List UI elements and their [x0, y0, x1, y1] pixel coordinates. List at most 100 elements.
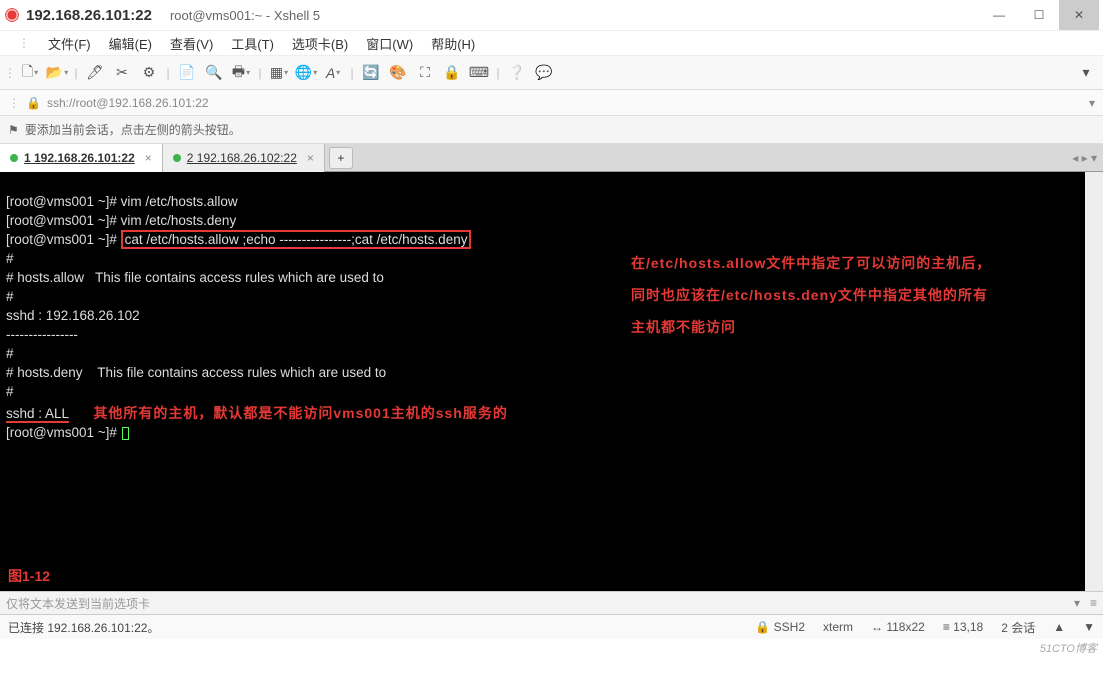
- tb-sep2: |: [163, 66, 173, 80]
- flag-icon: ⚑: [8, 123, 19, 137]
- send-placeholder: 仅将文本发送到当前选项卡: [6, 595, 150, 612]
- menu-file[interactable]: 文件(F): [48, 34, 91, 53]
- out-hash: #: [6, 251, 14, 266]
- tab1-label: 1 192.168.26.101:22: [24, 151, 135, 165]
- status-right: 🔒 SSH2 xterm ↔ 118x22 ≡ 13,18 2 会话 ▲ ▼: [755, 619, 1095, 636]
- status-protocol: 🔒 SSH2: [755, 620, 805, 634]
- out-hash: #: [6, 289, 14, 304]
- addr-more-icon[interactable]: ▾: [1089, 96, 1095, 110]
- out-hash: #: [6, 346, 14, 361]
- minimize-button[interactable]: —: [979, 0, 1019, 30]
- out-sshd-allow: sshd : 192.168.26.102: [6, 308, 140, 323]
- scrollbar-thumb[interactable]: [1087, 174, 1101, 254]
- annot-r-l3: 主机都不能访问: [631, 316, 1051, 338]
- properties-button[interactable]: ⚙: [136, 60, 162, 86]
- tab-nav-icons[interactable]: ◂ ▸ ▾: [1066, 151, 1103, 165]
- print-button[interactable]: 🖶: [228, 60, 254, 86]
- infobar-text: 要添加当前会话，点击左侧的箭头按钮。: [25, 121, 241, 138]
- open-button[interactable]: 📂: [44, 60, 70, 86]
- menu-tool[interactable]: 工具(T): [231, 34, 274, 53]
- menu-help[interactable]: 帮助(H): [431, 34, 475, 53]
- figure-label: 图1-12: [8, 568, 50, 585]
- encoding-button[interactable]: ▦: [266, 60, 292, 86]
- tab-session-1[interactable]: 1 192.168.26.101:22 ×: [0, 144, 163, 172]
- prompt: [root@vms001 ~]#: [6, 425, 121, 440]
- menu-grip: ⋮: [18, 36, 30, 50]
- toolbar: ⋮ 🗋 📂 | 🖊 ✂ ⚙ | 📄 🔍 🖶 | ▦ 🌐 A | 🔄 🎨 ⛶ 🔒 …: [0, 56, 1103, 90]
- annot-r-l1: 在/etc/hosts.allow文件中指定了可以访问的主机后，: [631, 252, 1051, 274]
- tab-session-2[interactable]: 2 192.168.26.102:22 ×: [163, 144, 325, 172]
- menu-edit[interactable]: 编辑(E): [109, 34, 152, 53]
- out-allow-header: # hosts.allow This file contains access …: [6, 270, 384, 285]
- annotation-right: 在/etc/hosts.allow文件中指定了可以访问的主机后， 同时也应该在/…: [631, 252, 1051, 338]
- disconnect-button[interactable]: ✂: [109, 60, 135, 86]
- font-button[interactable]: A: [320, 60, 346, 86]
- addr-grip: ⋮: [8, 96, 20, 110]
- menu-window[interactable]: 窗口(W): [366, 34, 413, 53]
- menu-tabs[interactable]: 选项卡(B): [292, 34, 348, 53]
- out-deny-header: # hosts.deny This file contains access r…: [6, 365, 386, 380]
- chat-button[interactable]: 💬: [531, 60, 557, 86]
- tab2-close-icon[interactable]: ×: [307, 151, 314, 165]
- out-sshd-deny: sshd : ALL: [6, 406, 69, 423]
- toolbar-more-icon[interactable]: ▾: [1073, 60, 1099, 86]
- status-sessions: 2 会话: [1001, 619, 1035, 636]
- addressbar: ⋮ 🔒 ssh://root@192.168.26.101:22 ▾: [0, 90, 1103, 116]
- tab1-close-icon[interactable]: ×: [145, 151, 152, 165]
- cursor-icon: [122, 427, 129, 440]
- tab2-label: 2 192.168.26.102:22: [187, 151, 297, 165]
- annot-r-l2: 同时也应该在/etc/hosts.deny文件中指定其他的所有: [631, 284, 1051, 306]
- menu-view[interactable]: 查看(V): [170, 34, 213, 53]
- window-controls: — ☐ ✕: [979, 0, 1099, 30]
- menubar: ⋮ 文件(F) 编辑(E) 查看(V) 工具(T) 选项卡(B) 窗口(W) 帮…: [0, 30, 1103, 56]
- title-ip: 192.168.26.101:22: [26, 7, 152, 24]
- fullscreen-button[interactable]: ⛶: [412, 60, 438, 86]
- infobar: ⚑ 要添加当前会话，点击左侧的箭头按钮。: [0, 116, 1103, 144]
- lock-icon: 🔒: [26, 96, 41, 110]
- status-connection: 已连接 192.168.26.101:22。: [8, 619, 159, 636]
- color-button[interactable]: 🎨: [385, 60, 411, 86]
- statusbar: 已连接 192.168.26.101:22。 🔒 SSH2 xterm ↔ 11…: [0, 615, 1103, 639]
- tb-sep: |: [71, 66, 81, 80]
- status-cursor: ≡ 13,18: [943, 620, 983, 634]
- tb-sep3: |: [255, 66, 265, 80]
- out-hash: #: [6, 384, 14, 399]
- status-termtype: xterm: [823, 620, 853, 634]
- copy-button[interactable]: 📄: [174, 60, 200, 86]
- new-tab-button[interactable]: +: [329, 147, 353, 169]
- status-tri-up-icon[interactable]: ▲: [1053, 620, 1065, 634]
- watermark: 51CTO博客: [1040, 640, 1097, 656]
- prompt: [root@vms001 ~]#: [6, 232, 121, 247]
- cmd-vim-allow: vim /etc/hosts.allow: [121, 194, 238, 209]
- send-input-bar[interactable]: 仅将文本发送到当前选项卡 ▾ ≡: [0, 591, 1103, 615]
- status-tri-down-icon[interactable]: ▼: [1083, 620, 1095, 634]
- find-button[interactable]: 🔍: [201, 60, 227, 86]
- app-icon: [4, 7, 20, 23]
- tb-grip: ⋮: [4, 66, 16, 80]
- maximize-button[interactable]: ☐: [1019, 0, 1059, 30]
- help-button[interactable]: ❔: [504, 60, 530, 86]
- window-titlebar: 192.168.26.101:22 root@vms001:~ - Xshell…: [0, 0, 1103, 30]
- title-host: root@vms001:~ - Xshell 5: [170, 8, 320, 23]
- lock-button[interactable]: 🔒: [439, 60, 465, 86]
- send-options[interactable]: ▾ ≡: [1074, 596, 1097, 610]
- address-text[interactable]: ssh://root@192.168.26.101:22: [47, 96, 209, 110]
- tabbar: 1 192.168.26.101:22 × 2 192.168.26.102:2…: [0, 144, 1103, 172]
- out-sep: ----------------: [6, 327, 78, 342]
- new-session-button[interactable]: 🗋: [17, 60, 43, 86]
- cmd-cat: cat /etc/hosts.allow ;echo -------------…: [121, 230, 472, 249]
- status-size: ↔ 118x22: [871, 620, 925, 634]
- prompt: [root@vms001 ~]#: [6, 213, 121, 228]
- cmd-vim-deny: vim /etc/hosts.deny: [121, 213, 237, 228]
- status-dot-icon: [173, 154, 181, 162]
- prompt: [root@vms001 ~]#: [6, 194, 121, 209]
- close-button[interactable]: ✕: [1059, 0, 1099, 30]
- terminal[interactable]: [root@vms001 ~]# vim /etc/hosts.allow [r…: [0, 172, 1103, 591]
- status-dot-icon: [10, 154, 18, 162]
- annotation-mid: 其他所有的主机，默认都是不能访问vms001主机的ssh服务的: [93, 405, 508, 421]
- refresh-button[interactable]: 🔄: [358, 60, 384, 86]
- reconnect-button[interactable]: 🖊: [82, 60, 108, 86]
- tb-sep5: |: [493, 66, 503, 80]
- lang-button[interactable]: 🌐: [293, 60, 319, 86]
- keyboard-button[interactable]: ⌨: [466, 60, 492, 86]
